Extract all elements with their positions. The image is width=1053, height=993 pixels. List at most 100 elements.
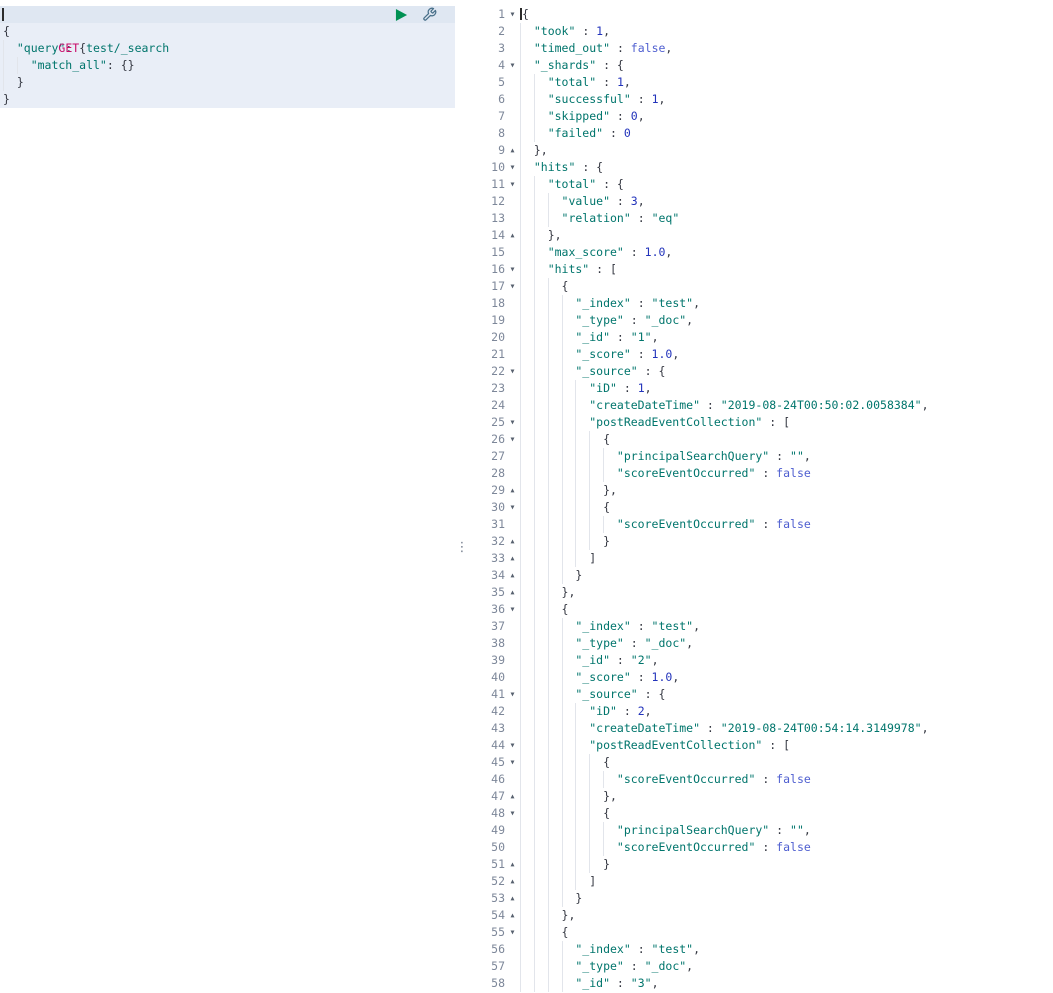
request-line[interactable]: } [0,74,455,91]
request-body[interactable]: {"query": {"match_all": {}}} [0,23,455,108]
fold-end-icon[interactable]: ▴ [505,533,520,550]
response-line[interactable]: 15 "max_score" : 1.0, [469,244,1053,261]
response-line[interactable]: 46 "scoreEventOccurred" : false [469,771,1053,788]
response-line[interactable]: 56 "_index" : "test", [469,941,1053,958]
code-text: "principalSearchQuery" : "", [520,822,1053,839]
response-line[interactable]: 55 ▾ { [469,924,1053,941]
response-line[interactable]: 14 ▴}, [469,227,1053,244]
response-line[interactable]: 5 "total" : 1, [469,74,1053,91]
response-line[interactable]: 32 ▴} [469,533,1053,550]
response-line[interactable]: 30 ▾ { [469,499,1053,516]
fold-open-icon[interactable]: ▾ [505,431,520,448]
fold-open-icon[interactable]: ▾ [505,414,520,431]
send-request-button[interactable] [394,7,409,22]
fold-end-icon[interactable]: ▴ [505,142,520,159]
fold-open-icon[interactable]: ▾ [505,176,520,193]
request-line[interactable]: "match_all": {} [0,57,455,74]
code-text: }, [520,227,1053,244]
response-line[interactable]: 43 "createDateTime" : "2019-08-24T00:54:1… [469,720,1053,737]
fold-end-icon[interactable]: ▴ [505,890,520,907]
response-line[interactable]: 11 ▾ "total" : { [469,176,1053,193]
response-line[interactable]: 48 ▾ { [469,805,1053,822]
response-line[interactable]: 53 ▴} [469,890,1053,907]
response-line[interactable]: 36 ▾ { [469,601,1053,618]
request-line[interactable]: } [0,91,455,108]
fold-open-icon[interactable]: ▾ [505,924,520,941]
response-line[interactable]: 57 "_type" : "_doc", [469,958,1053,975]
fold-open-icon[interactable]: ▾ [505,57,520,74]
response-line[interactable]: 58 "_id" : "3", [469,975,1053,992]
response-line[interactable]: 18 "_index" : "test", [469,295,1053,312]
response-line[interactable]: 4 ▾ "_shards" : { [469,57,1053,74]
response-line[interactable]: 12 "value" : 3, [469,193,1053,210]
fold-open-icon[interactable]: ▾ [505,363,520,380]
response-line[interactable]: 20 "_id" : "1", [469,329,1053,346]
fold-end-icon[interactable]: ▴ [505,584,520,601]
response-line[interactable]: 23 "iD" : 1, [469,380,1053,397]
fold-open-icon[interactable]: ▾ [505,499,520,516]
response-line[interactable]: 49 "principalSearchQuery" : "", [469,822,1053,839]
response-line[interactable]: 8 "failed" : 0 [469,125,1053,142]
request-method-line[interactable]: GET test/_search [0,6,455,55]
response-line[interactable]: 40 "_score" : 1.0, [469,669,1053,686]
response-line[interactable]: 37 "_index" : "test", [469,618,1053,635]
response-line[interactable]: 1 ▾{ [469,6,1053,23]
fold-open-icon[interactable]: ▾ [505,159,520,176]
fold-open-icon[interactable]: ▾ [505,754,520,771]
response-line[interactable]: 27 "principalSearchQuery" : "", [469,448,1053,465]
response-line[interactable]: 28 "scoreEventOccurred" : false [469,465,1053,482]
response-line[interactable]: 21 "_score" : 1.0, [469,346,1053,363]
fold-end-icon[interactable]: ▴ [505,482,520,499]
fold-end-icon[interactable]: ▴ [505,788,520,805]
fold-open-icon[interactable]: ▾ [505,278,520,295]
response-line[interactable]: 50 "scoreEventOccurred" : false [469,839,1053,856]
response-line[interactable]: 31 "scoreEventOccurred" : false [469,516,1053,533]
response-line[interactable]: 34 ▴} [469,567,1053,584]
response-line[interactable]: 7 "skipped" : 0, [469,108,1053,125]
response-line[interactable]: 16 ▾ "hits" : [ [469,261,1053,278]
response-line[interactable]: 38 "_type" : "_doc", [469,635,1053,652]
response-line[interactable]: 6 "successful" : 1, [469,91,1053,108]
response-line[interactable]: 24 "createDateTime" : "2019-08-24T00:50:0… [469,397,1053,414]
request-options-button[interactable] [422,7,437,22]
fold-end-icon[interactable]: ▴ [505,856,520,873]
response-line[interactable]: 13 "relation" : "eq" [469,210,1053,227]
fold-open-icon[interactable]: ▾ [505,6,520,23]
response-line[interactable]: 17 ▾ { [469,278,1053,295]
fold-end-icon[interactable]: ▴ [505,550,520,567]
response-line[interactable]: 44 ▾ "postReadEventCollection" : [ [469,737,1053,754]
response-line[interactable]: 52 ▴] [469,873,1053,890]
fold-open-icon[interactable]: ▾ [505,601,520,618]
response-line[interactable]: 42 "iD" : 2, [469,703,1053,720]
panel-resizer[interactable]: ⋮ [455,0,469,993]
response-line[interactable]: 47 ▴}, [469,788,1053,805]
response-line[interactable]: 33 ▴] [469,550,1053,567]
response-line[interactable]: 35 ▴}, [469,584,1053,601]
response-line[interactable]: 2 "took" : 1, [469,23,1053,40]
response-line[interactable]: 54 ▴}, [469,907,1053,924]
response-panel[interactable]: 1 ▾{2 "took" : 1, 3 "timed_out" : false, 4 ▾ "_… [469,0,1053,993]
fold-end-icon[interactable]: ▴ [505,567,520,584]
response-line[interactable]: 19 "_type" : "_doc", [469,312,1053,329]
response-line[interactable]: 29 ▴}, [469,482,1053,499]
response-line[interactable]: 10 ▾ "hits" : { [469,159,1053,176]
code-text: { [520,601,1053,618]
response-line[interactable]: 26 ▾ { [469,431,1053,448]
response-line[interactable]: 22 ▾ "_source" : { [469,363,1053,380]
response-line[interactable]: 39 "_id" : "2", [469,652,1053,669]
fold-end-icon[interactable]: ▴ [505,907,520,924]
response-line[interactable]: 45 ▾ { [469,754,1053,771]
fold-open-icon[interactable]: ▾ [505,261,520,278]
fold-end-icon[interactable]: ▴ [505,873,520,890]
fold-open-icon[interactable]: ▾ [505,686,520,703]
fold-open-icon[interactable]: ▾ [505,737,520,754]
fold-end-icon[interactable]: ▴ [505,227,520,244]
request-line[interactable]: { [0,23,455,40]
fold-open-icon[interactable]: ▾ [505,805,520,822]
response-line[interactable]: 25 ▾ "postReadEventCollection" : [ [469,414,1053,431]
response-line[interactable]: 41 ▾ "_source" : { [469,686,1053,703]
response-line[interactable]: 51 ▴} [469,856,1053,873]
response-line[interactable]: 9 ▴}, [469,142,1053,159]
response-line[interactable]: 3 "timed_out" : false, [469,40,1053,57]
request-panel[interactable]: GET test/_search "match_all": {}} [0,0,455,993]
